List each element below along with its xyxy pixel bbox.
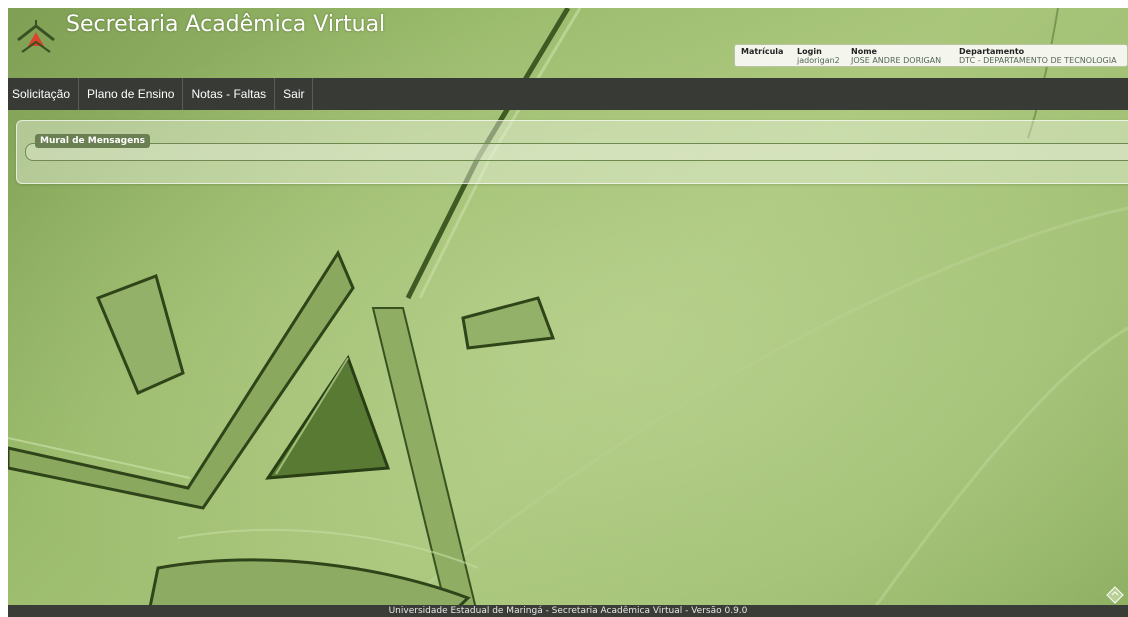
departamento-label: Departamento (959, 47, 1025, 56)
header: Secretaria Acadêmica Virtual Matrícula L… (8, 8, 1128, 67)
departamento-value: DTC - DEPARTAMENTO DE TECNOLOGIA (959, 56, 1117, 65)
app-title: Secretaria Acadêmica Virtual (66, 12, 386, 37)
nome-value: JOSE ANDRE DORIGAN (851, 56, 942, 65)
mural-title: Mural de Mensagens (35, 134, 150, 148)
app-window: Secretaria Acadêmica Virtual Matrícula L… (8, 8, 1128, 617)
user-info-panel: Matrícula Login jadorigan2 Nome JOSE AND… (734, 44, 1128, 67)
menu-item-notas-faltas[interactable]: Notas - Faltas (183, 78, 276, 110)
matricula-label: Matrícula (741, 47, 784, 56)
login-label: Login (797, 47, 822, 56)
menu-item-solicitacao[interactable]: Solicitação (8, 78, 80, 110)
diamond-icon (1106, 586, 1124, 604)
login-value: jadorigan2 (797, 56, 840, 65)
menu-item-plano-de-ensino[interactable]: Plano de Ensino (79, 78, 184, 110)
mural-messages-area (25, 143, 1128, 161)
menu-item-sair[interactable]: Sair (275, 78, 314, 110)
mural-panel: Mural de Mensagens (16, 120, 1128, 184)
uem-logo-icon (17, 20, 55, 53)
main-menu-bar: Solicitação Plano de Ensino Notas - Falt… (8, 78, 1128, 110)
nome-label: Nome (851, 47, 877, 56)
footer: Universidade Estadual de Maringá - Secre… (8, 605, 1128, 617)
